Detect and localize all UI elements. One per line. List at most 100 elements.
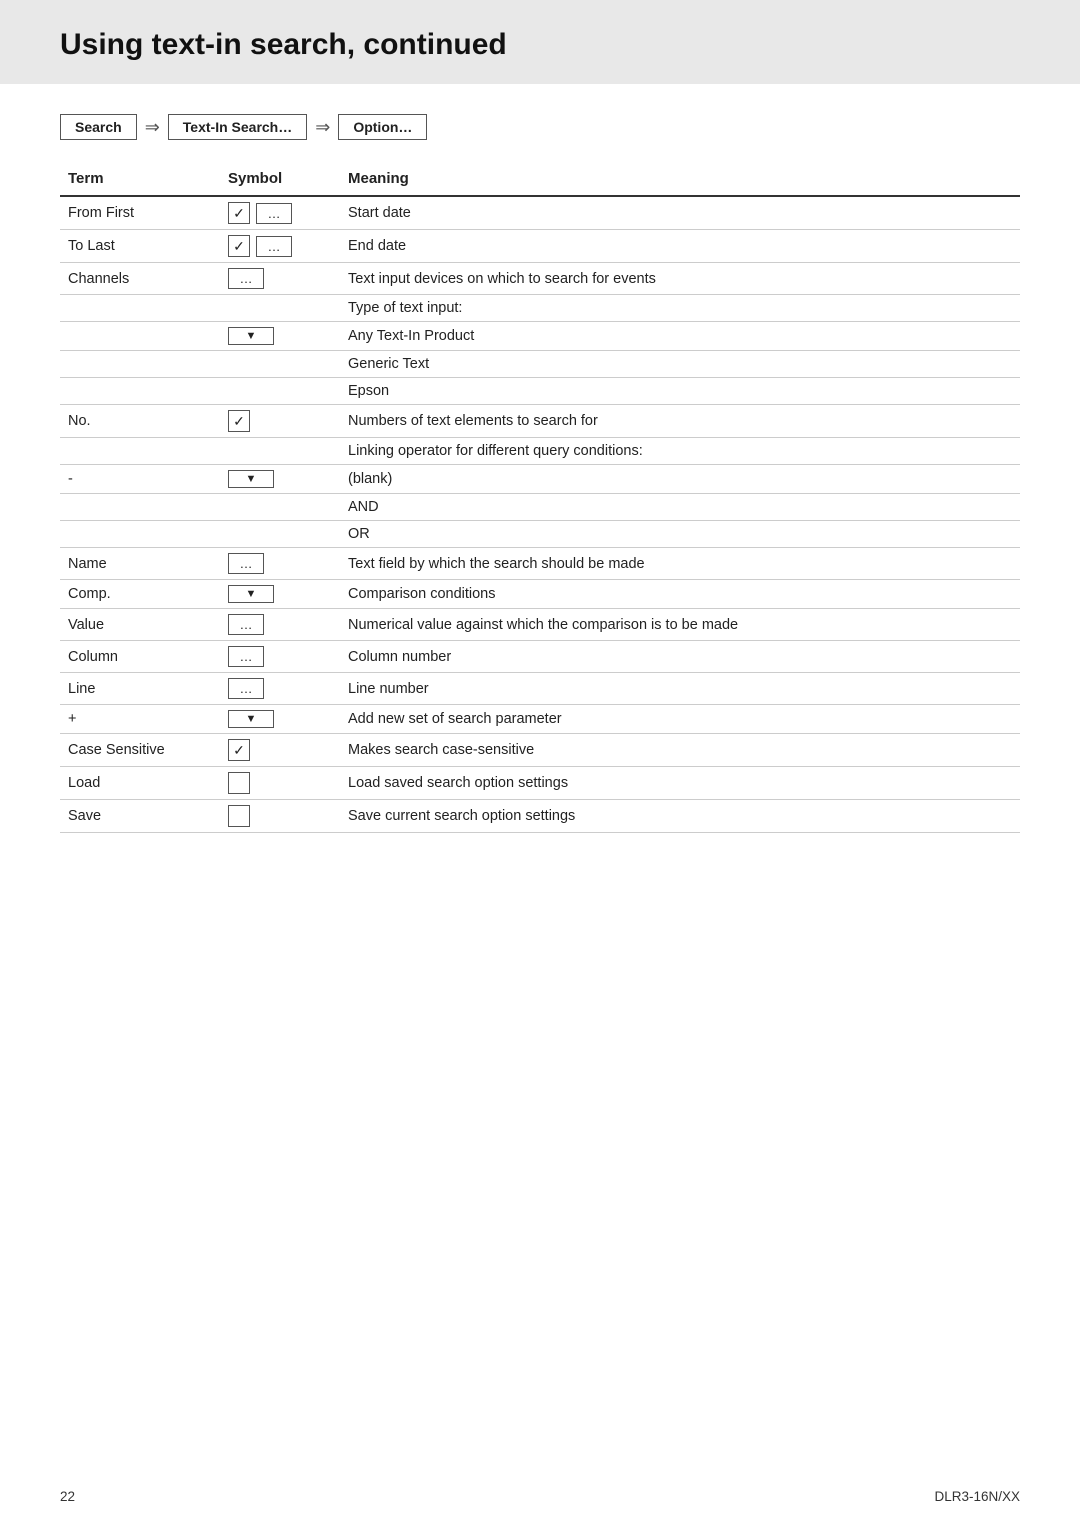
meaning-cell: Text field by which the search should be… bbox=[340, 548, 1020, 580]
symbol-cell bbox=[220, 800, 340, 833]
dropdown-button[interactable]: ▼ bbox=[228, 585, 274, 603]
symbol-cell: … bbox=[220, 196, 340, 230]
symbol-cell bbox=[220, 494, 340, 521]
symbol-cell bbox=[220, 521, 340, 548]
ellipsis-button[interactable]: … bbox=[256, 236, 292, 257]
dropdown-arrow-icon: ▼ bbox=[246, 713, 257, 725]
ellipsis-button[interactable]: … bbox=[256, 203, 292, 224]
ellipsis-button[interactable]: … bbox=[228, 553, 264, 574]
table-row: Column … Column number bbox=[60, 641, 1020, 673]
term-cell: Line bbox=[60, 673, 220, 705]
checkbox-icon[interactable] bbox=[228, 410, 250, 432]
table-row: No. Numbers of text elements to search f… bbox=[60, 405, 1020, 438]
col-header-symbol: Symbol bbox=[220, 164, 340, 196]
table-row: + ▼ Add new set of search parameter bbox=[60, 705, 1020, 734]
breadcrumb-text-in-search[interactable]: Text-In Search… bbox=[168, 114, 307, 140]
symbol-cell: … bbox=[220, 641, 340, 673]
symbol-cell: ▼ bbox=[220, 465, 340, 494]
symbol-cell: … bbox=[220, 230, 340, 263]
term-cell: To Last bbox=[60, 230, 220, 263]
table-row: - ▼ (blank) bbox=[60, 465, 1020, 494]
term-cell: Name bbox=[60, 548, 220, 580]
ellipsis-button[interactable]: … bbox=[228, 614, 264, 635]
meaning-cell: Numbers of text elements to search for bbox=[340, 405, 1020, 438]
checkbox-icon[interactable] bbox=[228, 739, 250, 761]
symbol-cell bbox=[220, 438, 340, 465]
meaning-cell: Generic Text bbox=[340, 351, 1020, 378]
term-cell bbox=[60, 494, 220, 521]
meaning-cell: Load saved search option settings bbox=[340, 767, 1020, 800]
term-cell bbox=[60, 295, 220, 322]
table-row: Channels … Text input devices on which t… bbox=[60, 263, 1020, 295]
arrow-icon-2: ⇒ bbox=[315, 117, 330, 138]
term-cell: + bbox=[60, 705, 220, 734]
meaning-cell: AND bbox=[340, 494, 1020, 521]
term-cell bbox=[60, 351, 220, 378]
term-cell: Comp. bbox=[60, 580, 220, 609]
meaning-cell: OR bbox=[340, 521, 1020, 548]
breadcrumb-search[interactable]: Search bbox=[60, 114, 137, 140]
term-cell: Case Sensitive bbox=[60, 734, 220, 767]
table-row: Load Load saved search option settings bbox=[60, 767, 1020, 800]
page-number: 22 bbox=[60, 1489, 75, 1504]
table-row: Epson bbox=[60, 378, 1020, 405]
symbol-cell bbox=[220, 351, 340, 378]
page-title: Using text-in search, continued bbox=[60, 28, 1020, 62]
table-row: Comp. ▼ Comparison conditions bbox=[60, 580, 1020, 609]
table-row: Case Sensitive Makes search case-sensiti… bbox=[60, 734, 1020, 767]
symbol-cell: … bbox=[220, 673, 340, 705]
term-cell: Save bbox=[60, 800, 220, 833]
meaning-cell: Add new set of search parameter bbox=[340, 705, 1020, 734]
table-row: Value … Numerical value against which th… bbox=[60, 609, 1020, 641]
plain-box-icon bbox=[228, 805, 250, 827]
table-row: Line … Line number bbox=[60, 673, 1020, 705]
term-cell: Load bbox=[60, 767, 220, 800]
symbol-cell: ▼ bbox=[220, 322, 340, 351]
title-bar: Using text-in search, continued bbox=[0, 0, 1080, 84]
table-row: Name … Text field by which the search sh… bbox=[60, 548, 1020, 580]
meaning-cell: Save current search option settings bbox=[340, 800, 1020, 833]
table-row: To Last … End date bbox=[60, 230, 1020, 263]
dropdown-button[interactable]: ▼ bbox=[228, 710, 274, 728]
term-cell bbox=[60, 378, 220, 405]
meaning-cell: End date bbox=[340, 230, 1020, 263]
term-cell: Column bbox=[60, 641, 220, 673]
meaning-cell: Makes search case-sensitive bbox=[340, 734, 1020, 767]
dropdown-arrow-icon: ▼ bbox=[246, 588, 257, 600]
table-row: OR bbox=[60, 521, 1020, 548]
meaning-cell: Column number bbox=[340, 641, 1020, 673]
page: Using text-in search, continued Search ⇒… bbox=[0, 0, 1080, 1532]
col-header-term: Term bbox=[60, 164, 220, 196]
checkbox-icon[interactable] bbox=[228, 202, 250, 224]
meaning-cell: Type of text input: bbox=[340, 295, 1020, 322]
symbol-cell bbox=[220, 295, 340, 322]
ellipsis-button[interactable]: … bbox=[228, 646, 264, 667]
term-cell bbox=[60, 521, 220, 548]
table-row: From First … Start date bbox=[60, 196, 1020, 230]
dropdown-button[interactable]: ▼ bbox=[228, 470, 274, 488]
breadcrumb: Search ⇒ Text-In Search… ⇒ Option… bbox=[60, 114, 1020, 140]
symbol-cell: ▼ bbox=[220, 705, 340, 734]
term-cell: From First bbox=[60, 196, 220, 230]
breadcrumb-option[interactable]: Option… bbox=[338, 114, 427, 140]
term-cell: Value bbox=[60, 609, 220, 641]
term-cell bbox=[60, 322, 220, 351]
term-cell: No. bbox=[60, 405, 220, 438]
ellipsis-button[interactable]: … bbox=[228, 678, 264, 699]
checkbox-icon[interactable] bbox=[228, 235, 250, 257]
symbol-cell: … bbox=[220, 548, 340, 580]
symbol-cell bbox=[220, 405, 340, 438]
symbol-cell bbox=[220, 767, 340, 800]
meaning-cell: Text input devices on which to search fo… bbox=[340, 263, 1020, 295]
symbol-cell: … bbox=[220, 263, 340, 295]
dropdown-button[interactable]: ▼ bbox=[228, 327, 274, 345]
term-cell: - bbox=[60, 465, 220, 494]
meaning-cell: Line number bbox=[340, 673, 1020, 705]
meaning-cell: Start date bbox=[340, 196, 1020, 230]
symbol-cell bbox=[220, 734, 340, 767]
footer: 22 DLR3-16N/XX bbox=[60, 1489, 1020, 1504]
ellipsis-button[interactable]: … bbox=[228, 268, 264, 289]
meaning-cell: Linking operator for different query con… bbox=[340, 438, 1020, 465]
meaning-cell: Comparison conditions bbox=[340, 580, 1020, 609]
symbol-cell bbox=[220, 378, 340, 405]
